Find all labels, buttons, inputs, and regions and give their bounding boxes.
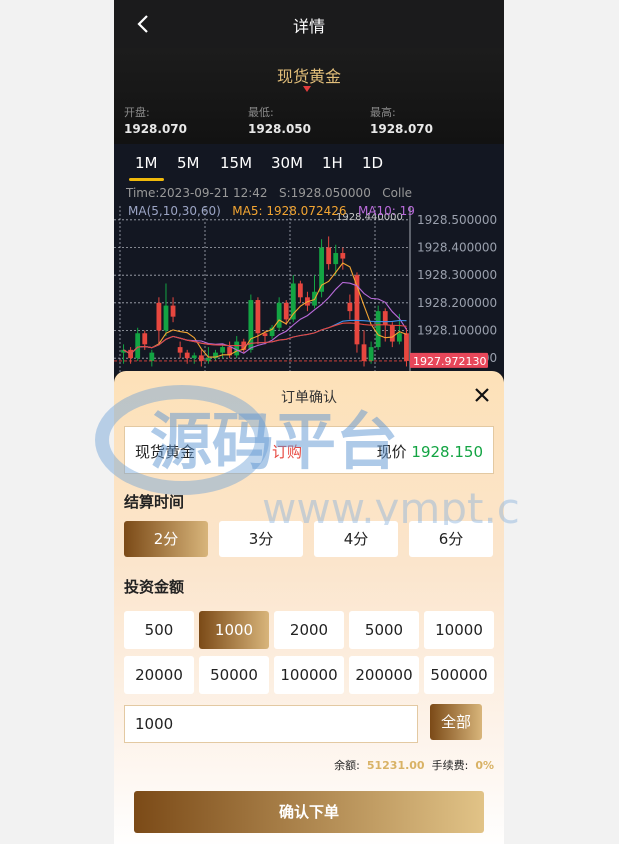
close-button[interactable]: [472, 385, 492, 405]
tab-5m[interactable]: 5M: [177, 154, 200, 172]
amount-option[interactable]: 20000: [124, 656, 194, 694]
candle-body: [248, 300, 254, 350]
amount-input[interactable]: [124, 705, 418, 743]
candle-body: [389, 324, 395, 342]
candle-body: [347, 302, 353, 312]
candle-body: [135, 333, 141, 359]
product-summary: 现货黄金 开盘: 1928.070 最低: 1928.050 最高: 1928.…: [114, 48, 504, 144]
stat-high: 最高: 1928.070: [370, 104, 433, 136]
candle-body: [382, 311, 388, 325]
settle-option[interactable]: 6分: [409, 521, 493, 557]
stat-open-value: 1928.070: [124, 122, 188, 136]
candle-body: [396, 333, 402, 342]
order-confirm-sheet: 订单确认 现货黄金 订购 现价 1928.150 结算时间 2分 3分 4分 6分 投…: [114, 371, 504, 844]
legend-ma10: MA10: 19: [357, 204, 415, 218]
order-info-box: 现货黄金 订购 现价 1928.150: [124, 426, 494, 474]
chart-legend-ma: MA(5,10,30,60) MA5: 1928.072426 MA10: 19: [128, 204, 415, 218]
order-direction: 订购: [272, 443, 303, 461]
candle-body: [142, 333, 148, 345]
legend-ma5: MA5: 1928.072426: [232, 204, 347, 218]
price-label: 现价: [376, 443, 407, 461]
stat-open: 开盘: 1928.070: [124, 104, 187, 136]
price-value: 1928.150: [411, 443, 483, 461]
last-price-text: 1927.972130: [413, 355, 486, 368]
interval-tabs: 1M 5M 15M 30M 1H 1D: [114, 152, 414, 182]
invest-amount-label: 投资金额: [124, 578, 185, 596]
amount-option[interactable]: 1000: [199, 611, 269, 649]
fee-value: 0%: [475, 759, 494, 772]
candle-body: [220, 347, 225, 353]
all-in-button[interactable]: 全部: [430, 704, 482, 740]
amount-option[interactable]: 500000: [424, 656, 494, 694]
stat-high-label: 最高:: [370, 106, 396, 119]
amount-option[interactable]: 5000: [349, 611, 419, 649]
candle-body: [404, 333, 409, 361]
stat-low-label: 最低:: [248, 106, 274, 119]
caret-down-icon[interactable]: [303, 86, 311, 92]
candle-body: [191, 355, 197, 359]
candle-body: [276, 302, 282, 328]
sheet-title: 订单确认: [281, 390, 337, 406]
phone-screen: 详情 现货黄金 开盘: 1928.070 最低: 1928.050 最高: 19…: [114, 0, 504, 844]
y-tick-label: 1928.300000: [417, 268, 497, 282]
stat-high-value: 1928.070: [370, 122, 434, 136]
candle-body: [184, 352, 190, 359]
legend-extra: Colle: [382, 186, 413, 200]
candle-body: [375, 311, 381, 348]
stat-open-label: 开盘:: [124, 106, 150, 119]
stat-low-value: 1928.050: [248, 122, 312, 136]
order-product-name: 现货黄金: [135, 443, 196, 461]
y-tick-label: 1928.100000: [417, 324, 497, 338]
candle-body: [198, 355, 204, 361]
y-tick-label: 1928.200000: [417, 296, 497, 310]
y-tick-label: 1928.400000: [417, 241, 497, 255]
settle-option[interactable]: 2分: [124, 521, 208, 557]
candle-body: [340, 253, 346, 259]
candle-body: [206, 358, 211, 361]
y-tick-label: 1928.500000: [417, 213, 497, 227]
candle-body: [297, 283, 303, 298]
fee-label: 手续费:: [431, 759, 469, 772]
balance-info: 余额: 51231.00 手续费: 0%: [334, 757, 494, 773]
product-selector[interactable]: 现货黄金: [114, 63, 504, 87]
tab-1m[interactable]: 1M: [129, 154, 163, 181]
candle-body: [368, 347, 374, 361]
amount-option[interactable]: 50000: [199, 656, 269, 694]
chart-legend-time: Time:2023-09-21 12:42 S:1928.050000 Coll…: [126, 186, 412, 200]
tab-1h[interactable]: 1H: [322, 154, 343, 172]
amount-option[interactable]: 100000: [274, 656, 344, 694]
amount-option[interactable]: 500: [124, 611, 194, 649]
legend-time: Time:2023-09-21 12:42: [126, 186, 268, 200]
stat-low: 最低: 1928.050: [248, 104, 311, 136]
candle-body: [170, 305, 176, 317]
candle-body: [283, 302, 289, 320]
amount-option[interactable]: 200000: [349, 656, 419, 694]
settle-option[interactable]: 3分: [219, 521, 303, 557]
legend-ma: MA(5,10,30,60): [128, 204, 221, 218]
candle-body: [361, 344, 367, 361]
candle-body: [333, 253, 339, 265]
amount-option[interactable]: 2000: [274, 611, 344, 649]
kline-chart-area[interactable]: 1M 5M 15M 30M 1H 1D 1928.500000 1928.4000…: [114, 144, 504, 374]
order-current-price: 现价 1928.150: [377, 441, 483, 462]
settle-option[interactable]: 4分: [314, 521, 398, 557]
candle-body: [163, 305, 169, 331]
tab-1d[interactable]: 1D: [362, 154, 383, 172]
balance-value: 51231.00: [366, 759, 425, 772]
amount-option[interactable]: 10000: [424, 611, 494, 649]
settle-time-label: 结算时间: [124, 493, 185, 511]
top-nav-bar: 详情: [114, 0, 504, 48]
candle-body: [326, 247, 332, 265]
balance-label: 余额:: [334, 759, 360, 772]
candle-body: [149, 352, 155, 361]
candle-body: [156, 302, 162, 331]
close-icon: [475, 388, 489, 402]
tab-15m[interactable]: 15M: [220, 154, 252, 172]
confirm-order-button[interactable]: 确认下单: [134, 791, 484, 833]
candle-body: [255, 300, 261, 334]
candle-body: [177, 347, 183, 353]
page-title: 详情: [292, 17, 325, 36]
tab-30m[interactable]: 30M: [271, 154, 303, 172]
legend-s: S:1928.050000: [279, 186, 371, 200]
